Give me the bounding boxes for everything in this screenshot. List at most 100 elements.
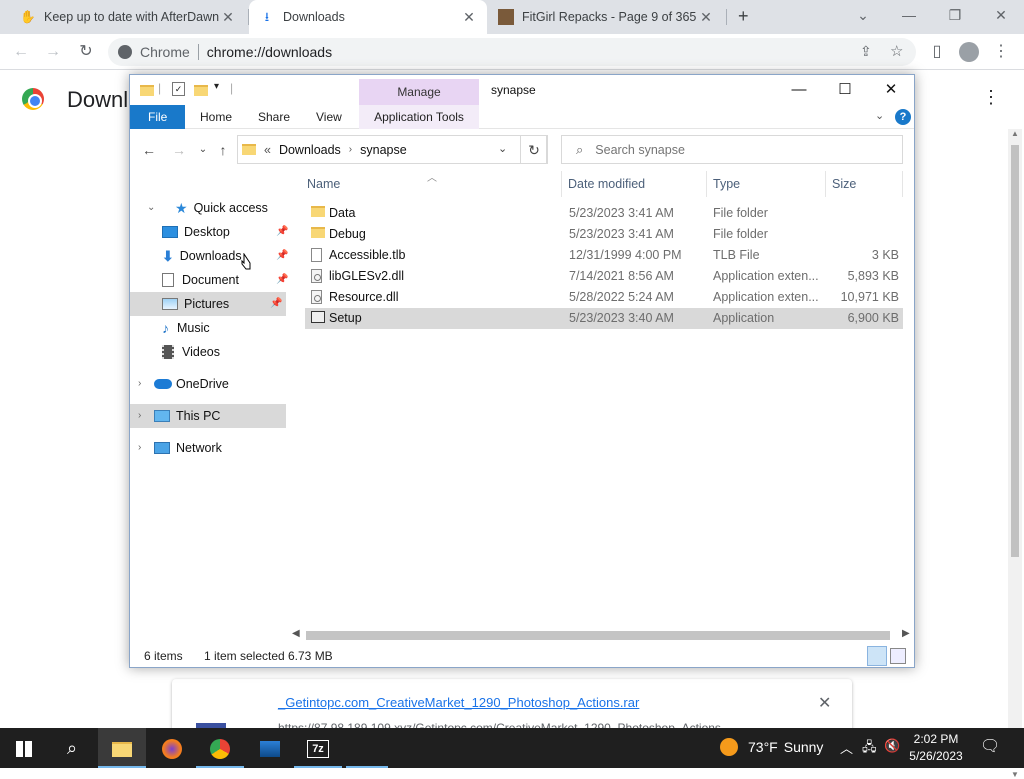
omnibox[interactable]: Chrome chrome://downloads ⇪ ☆ (108, 38, 916, 66)
running-app-indicator[interactable] (346, 728, 388, 768)
file-row[interactable]: Resource.dll 5/28/2022 5:24 AM Applicati… (305, 287, 903, 308)
nav-music[interactable]: ♪ Music (162, 316, 286, 340)
column-type[interactable]: Type (713, 177, 740, 191)
nav-desktop[interactable]: Desktop 📌 (162, 220, 288, 244)
firefox-taskbar-icon[interactable] (148, 728, 196, 768)
start-button[interactable] (0, 728, 48, 768)
nav-quick-access[interactable]: ⌄ ★ Quick access (147, 196, 285, 220)
photos-taskbar-icon[interactable] (246, 728, 294, 768)
nav-this-pc[interactable]: › This PC (130, 404, 286, 428)
pin-icon[interactable]: 📌 (276, 268, 288, 292)
forward-button[interactable]: → (40, 39, 66, 65)
back-button[interactable]: ← (8, 39, 34, 65)
explorer-close-button[interactable]: ✕ (868, 77, 914, 103)
breadcrumb-downloads[interactable]: Downloads (279, 143, 341, 157)
7zip-taskbar-icon[interactable]: 7z (294, 728, 342, 768)
system-clock[interactable]: 2:02 PM 5/26/2023 (906, 731, 966, 765)
minimize-button[interactable]: — (886, 0, 932, 30)
file-explorer-taskbar-icon[interactable] (98, 728, 146, 768)
nav-downloads[interactable]: ⬇ Downloads 📌 (162, 244, 288, 268)
file-row[interactable]: Accessible.tlb 12/31/1999 4:00 PM TLB Fi… (305, 245, 903, 266)
search-input[interactable] (595, 142, 876, 157)
column-name[interactable]: Name (307, 177, 340, 191)
breadcrumb-overflow[interactable]: « (264, 143, 271, 157)
remove-download-icon[interactable]: ✕ (818, 693, 831, 713)
side-panel-icon[interactable]: ▯ (924, 39, 950, 65)
share-icon[interactable]: ⇪ (860, 43, 872, 60)
scrollbar-thumb[interactable] (306, 631, 890, 640)
customize-toolbar-icon[interactable]: ▾ (214, 81, 219, 92)
help-icon[interactable]: ? (895, 109, 911, 125)
breadcrumb-synapse[interactable]: synapse (360, 143, 407, 157)
ribbon-tab-application-tools[interactable]: Application Tools (359, 105, 479, 129)
expand-ribbon-icon[interactable]: ⌄ (875, 109, 884, 122)
recent-locations-icon[interactable]: ⌄ (193, 141, 213, 159)
forward-arrow-icon[interactable]: → (169, 141, 189, 159)
refresh-icon[interactable]: ↻ (520, 135, 548, 164)
pin-icon[interactable]: 📌 (276, 244, 288, 268)
notification-center-icon[interactable]: 🗨 (980, 736, 1000, 756)
chrome-taskbar-icon[interactable] (196, 728, 244, 768)
ribbon-tab-home[interactable]: Home (190, 105, 242, 129)
expand-icon[interactable]: › (138, 436, 141, 460)
volume-muted-icon[interactable]: 🔇 (884, 738, 900, 754)
page-scrollbar[interactable]: ▲ ▼ (1008, 129, 1022, 779)
expand-icon[interactable]: › (138, 404, 141, 428)
back-arrow-icon[interactable]: ← (139, 141, 159, 159)
file-row[interactable]: Data 5/23/2023 3:41 AM File folder (305, 203, 903, 224)
ribbon-tab-share[interactable]: Share (248, 105, 300, 129)
column-date-modified[interactable]: Date modified (568, 177, 645, 191)
nav-videos[interactable]: Videos (162, 340, 286, 364)
network-tray-icon[interactable]: 🖧 (862, 738, 877, 760)
scroll-left-icon[interactable]: ◀ (292, 628, 300, 639)
expand-icon[interactable]: › (138, 372, 141, 396)
bookmark-star-icon[interactable]: ☆ (890, 42, 903, 60)
tab-fitgirl[interactable]: FitGirl Repacks - Page 9 of 365 - ✕ (488, 0, 724, 34)
tab-afterdawn[interactable]: ✋ Keep up to date with AfterDawn! ✕ (10, 0, 246, 34)
profile-avatar[interactable] (956, 39, 982, 65)
tab-search-icon[interactable]: ⌄ (840, 0, 886, 30)
close-window-button[interactable]: ✕ (978, 0, 1024, 30)
large-icons-view-icon[interactable] (890, 648, 906, 664)
explorer-minimize-button[interactable]: — (776, 77, 822, 103)
pin-icon[interactable]: 📌 (270, 292, 282, 316)
explorer-maximize-button[interactable]: ☐ (822, 77, 868, 103)
chrome-menu-icon[interactable]: ⋮ (988, 39, 1014, 65)
manage-contextual-tab[interactable]: Manage (359, 79, 479, 105)
close-tab-icon[interactable]: ✕ (461, 9, 477, 25)
close-tab-icon[interactable]: ✕ (698, 9, 714, 25)
address-bar[interactable]: « Downloads › synapse ⌄ (237, 135, 547, 164)
horizontal-scrollbar[interactable]: ◀ ▶ (290, 628, 914, 642)
restore-button[interactable]: ❐ (932, 0, 978, 30)
chrome-toolbar: ← → ↻ Chrome chrome://downloads ⇪ ☆ ▯ ⋮ (0, 34, 1024, 70)
reload-button[interactable]: ↻ (73, 39, 99, 65)
new-tab-button[interactable]: + (738, 6, 749, 27)
ribbon-tab-view[interactable]: View (306, 105, 352, 129)
properties-icon[interactable]: ✓ (172, 82, 185, 96)
address-dropdown-icon[interactable]: ⌄ (498, 142, 507, 155)
show-hidden-icons-icon[interactable]: ︿ (840, 738, 853, 757)
up-arrow-icon[interactable]: ↑ (213, 141, 233, 159)
search-taskbar-icon[interactable]: ⌕ (48, 728, 96, 768)
file-row[interactable]: libGLESv2.dll 7/14/2021 8:56 AM Applicat… (305, 266, 903, 287)
nav-pictures[interactable]: Pictures 📌 (130, 292, 286, 316)
column-size[interactable]: Size (832, 177, 856, 191)
file-row-selected[interactable]: Setup 5/23/2023 3:40 AM Application 6,90… (305, 308, 903, 329)
file-row[interactable]: Debug 5/23/2023 3:41 AM File folder (305, 224, 903, 245)
tab-downloads[interactable]: ⭳ Downloads ✕ (249, 0, 487, 34)
download-icon: ⭳ (264, 10, 270, 24)
weather-widget[interactable]: 73°F Sunny (720, 738, 823, 756)
pin-icon[interactable]: 📌 (276, 220, 288, 244)
details-view-icon[interactable] (867, 646, 887, 666)
ribbon-tab-file[interactable]: File (130, 105, 186, 129)
scroll-right-icon[interactable]: ▶ (902, 628, 910, 639)
nav-network[interactable]: › Network (138, 436, 286, 460)
page-menu-icon[interactable]: ⋮ (982, 87, 1000, 108)
collapse-icon[interactable]: ⌄ (147, 196, 155, 220)
download-file-link[interactable]: _Getintopc.com_CreativeMarket_1290_Photo… (278, 695, 639, 710)
close-tab-icon[interactable]: ✕ (220, 9, 236, 25)
nav-documents[interactable]: Document 📌 (162, 268, 288, 292)
search-box[interactable]: ⌕ (561, 135, 903, 164)
nav-onedrive[interactable]: › OneDrive (138, 372, 286, 396)
new-folder-icon[interactable] (194, 85, 208, 96)
